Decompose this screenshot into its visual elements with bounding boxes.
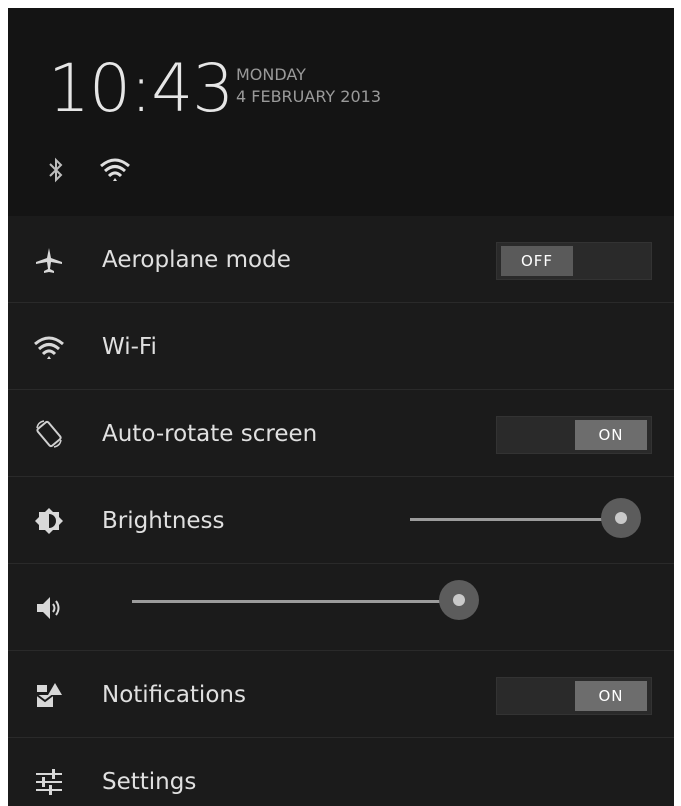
aeroplane-mode-toggle-state: OFF [501, 246, 573, 276]
auto-rotate-toggle[interactable]: ON [496, 416, 652, 454]
brightness-label: Brightness [102, 508, 225, 534]
volume-slider-thumb[interactable] [439, 580, 479, 620]
brightness-slider[interactable] [410, 498, 641, 540]
wifi-icon [34, 336, 64, 359]
notifications-toggle-state: ON [575, 681, 647, 711]
brightness-row: Brightness [8, 477, 674, 563]
settings-label: Settings [102, 769, 197, 795]
wifi-icon [100, 158, 130, 181]
quick-settings-panel: 10:43 MONDAY 4 FEBRUARY 2013 Aeroplane m… [8, 8, 674, 806]
airplane-icon [36, 248, 62, 273]
auto-rotate-label: Auto-rotate screen [102, 421, 318, 447]
aeroplane-mode-toggle[interactable]: OFF [496, 242, 652, 280]
wifi-label: Wi-Fi [102, 334, 157, 360]
clock-time: 10:43 [48, 50, 234, 127]
bluetooth-icon [49, 157, 63, 183]
day-label: MONDAY [236, 65, 306, 84]
volume-slider-track [132, 600, 459, 603]
rotate-screen-icon [36, 420, 62, 448]
volume-slider[interactable] [132, 580, 504, 622]
notifications-icon [36, 683, 62, 707]
settings-row[interactable]: Settings [8, 738, 674, 806]
brightness-slider-thumb[interactable] [601, 498, 641, 538]
auto-rotate-row[interactable]: Auto-rotate screen ON [8, 390, 674, 476]
wifi-row[interactable]: Wi-Fi [8, 303, 674, 389]
auto-rotate-toggle-state: ON [575, 420, 647, 450]
status-icons [48, 156, 130, 184]
volume-row [8, 564, 674, 650]
settings-sliders-icon [36, 769, 62, 795]
aeroplane-mode-row[interactable]: Aeroplane mode OFF [8, 216, 674, 302]
brightness-icon [35, 508, 63, 534]
brightness-slider-track [410, 518, 621, 521]
volume-icon [37, 597, 60, 619]
notifications-label: Notifications [102, 682, 246, 708]
date-label: 4 FEBRUARY 2013 [236, 87, 381, 106]
clock-date: MONDAY 4 FEBRUARY 2013 [236, 64, 381, 108]
aeroplane-mode-label: Aeroplane mode [102, 247, 291, 273]
notifications-toggle[interactable]: ON [496, 677, 652, 715]
status-header: 10:43 MONDAY 4 FEBRUARY 2013 [8, 8, 674, 216]
notifications-row[interactable]: Notifications ON [8, 651, 674, 737]
